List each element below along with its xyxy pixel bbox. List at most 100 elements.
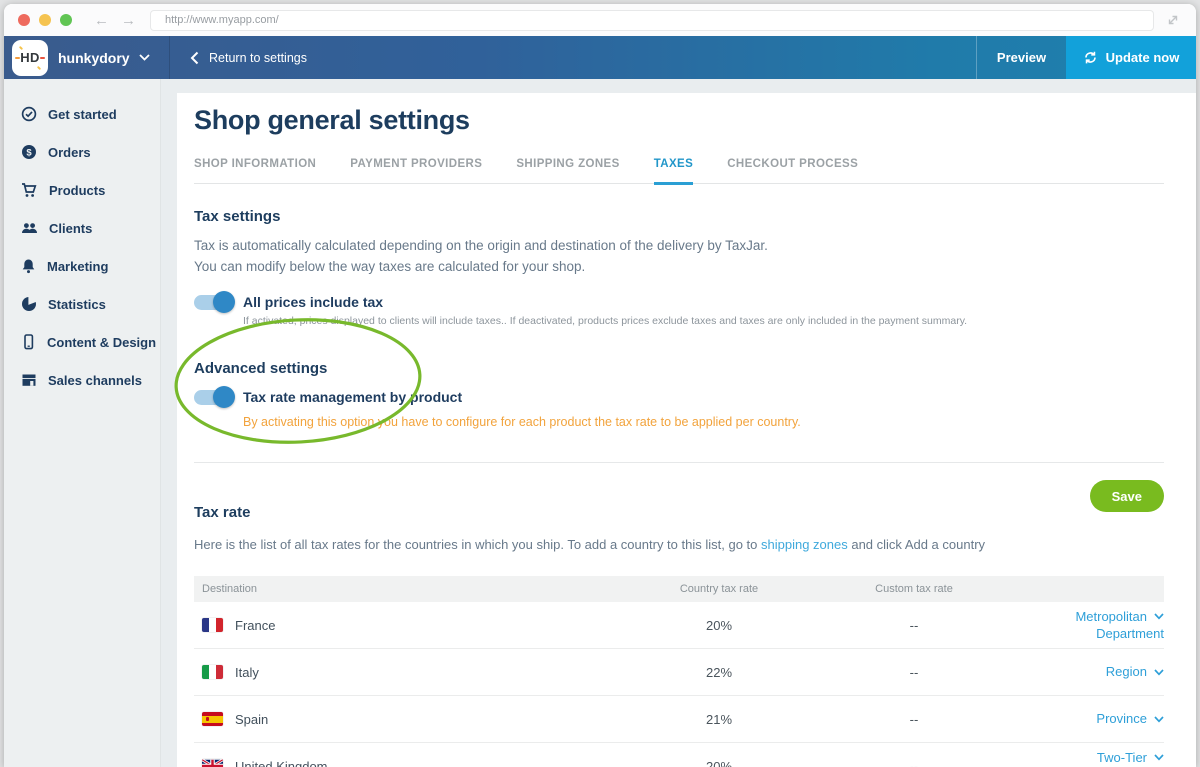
spain-flag <box>202 712 223 726</box>
content-area: Shop general settings SHOP INFORMATION P… <box>161 79 1196 767</box>
tab-shipping-zones[interactable]: SHIPPING ZONES <box>516 158 619 185</box>
region-selector-spain[interactable]: Province <box>1004 710 1164 728</box>
url-text: http://www.myapp.com/ <box>165 14 279 26</box>
sidebar-item-label: Marketing <box>47 259 108 274</box>
tax-rate-description-suffix: and click Add a country <box>848 537 985 552</box>
tax-settings-title: Tax settings <box>194 208 1164 225</box>
dollar-circle-icon: $ <box>21 144 37 160</box>
tab-checkout-process[interactable]: CHECKOUT PROCESS <box>727 158 858 185</box>
custom-tax-rate-value: -- <box>824 712 1004 727</box>
chevron-down-icon <box>1154 754 1164 761</box>
chevron-down-icon <box>1154 669 1164 676</box>
page-title: Shop general settings <box>194 105 1164 136</box>
country-tax-rate-value: 22% <box>614 665 824 680</box>
table-header: Destination Country tax rate Custom tax … <box>194 576 1164 602</box>
minimize-window-button[interactable] <box>39 14 51 26</box>
settings-tabs: SHOP INFORMATION PAYMENT PROVIDERS SHIPP… <box>194 158 1164 184</box>
sidebar-item-statistics[interactable]: Statistics <box>4 285 161 323</box>
sidebar: Get started $ Orders Products Clients Ma… <box>4 79 161 767</box>
people-icon <box>21 220 38 236</box>
sidebar-item-marketing[interactable]: Marketing <box>4 247 161 285</box>
custom-tax-rate-value: -- <box>824 759 1004 767</box>
shop-switcher[interactable]: HD hunkydory <box>4 36 170 79</box>
sidebar-item-orders[interactable]: $ Orders <box>4 133 161 171</box>
toggle-knob <box>213 291 235 313</box>
sidebar-item-content-design[interactable]: Content & Design <box>4 323 161 361</box>
all-prices-include-tax-row: All prices include tax <box>194 294 1164 310</box>
shipping-zones-link[interactable]: shipping zones <box>761 537 848 552</box>
address-bar[interactable]: http://www.myapp.com/ <box>150 10 1154 31</box>
section-divider <box>194 462 1164 463</box>
tax-rate-description-prefix: Here is the list of all tax rates for th… <box>194 537 761 552</box>
country-name: France <box>235 618 275 633</box>
svg-text:$: $ <box>26 147 32 158</box>
region-selector-uk[interactable]: Two-Tier County <box>1004 749 1164 767</box>
country-name: United Kingdom <box>235 759 328 767</box>
save-button[interactable]: Save <box>1090 480 1164 512</box>
destination-cell: France <box>202 618 614 633</box>
browser-back-icon[interactable]: ← <box>94 13 109 28</box>
country-tax-rate-value: 21% <box>614 712 824 727</box>
preview-label: Preview <box>997 50 1046 65</box>
sidebar-item-label: Sales channels <box>48 373 142 388</box>
country-name: Spain <box>235 712 268 727</box>
tax-rate-table: Destination Country tax rate Custom tax … <box>194 576 1164 767</box>
chevron-left-icon <box>190 51 199 65</box>
update-now-label: Update now <box>1106 50 1180 65</box>
update-now-button[interactable]: Update now <box>1066 36 1196 79</box>
region-selector-france[interactable]: Metropolitan Department <box>1004 608 1164 643</box>
browser-nav-arrows: ← → <box>94 13 136 28</box>
region-label-line2: Department <box>1004 625 1164 643</box>
bell-icon <box>21 258 36 274</box>
tab-shop-information[interactable]: SHOP INFORMATION <box>194 158 316 185</box>
navbar-spacer <box>307 36 976 79</box>
tab-payment-providers[interactable]: PAYMENT PROVIDERS <box>350 158 482 185</box>
preview-button[interactable]: Preview <box>976 36 1066 79</box>
browser-chrome: ← → http://www.myapp.com/ <box>4 4 1196 36</box>
country-tax-rate-value: 20% <box>614 759 824 767</box>
refresh-icon <box>1083 50 1098 65</box>
sidebar-item-sales-channels[interactable]: Sales channels <box>4 361 161 399</box>
window-controls <box>18 14 72 26</box>
column-custom-tax-rate: Custom tax rate <box>824 583 1004 595</box>
tab-taxes[interactable]: TAXES <box>654 158 694 185</box>
table-row-spain: Spain 21% -- Province <box>194 696 1164 743</box>
toggle-knob <box>213 386 235 408</box>
table-row-united-kingdom: United Kingdom 20% -- Two-Tier County <box>194 743 1164 767</box>
shop-logo: HD <box>12 40 48 76</box>
region-label: Metropolitan <box>1075 608 1147 626</box>
shop-name: hunkydory <box>58 50 130 66</box>
sidebar-item-label: Clients <box>49 221 92 236</box>
check-circle-icon <box>21 106 37 122</box>
sidebar-item-get-started[interactable]: Get started <box>4 95 161 133</box>
tax-rate-title: Tax rate <box>194 504 1164 521</box>
custom-tax-rate-value: -- <box>824 618 1004 633</box>
top-navbar: HD hunkydory Return to settings Preview … <box>4 36 1196 79</box>
chevron-down-icon <box>139 54 150 61</box>
return-to-settings-link[interactable]: Return to settings <box>190 36 307 79</box>
region-label: Two-Tier <box>1097 749 1147 767</box>
custom-tax-rate-value: -- <box>824 665 1004 680</box>
tax-rate-management-toggle[interactable] <box>194 390 232 405</box>
sidebar-item-clients[interactable]: Clients <box>4 209 161 247</box>
tax-rate-description: Here is the list of all tax rates for th… <box>194 537 1164 552</box>
country-tax-rate-value: 20% <box>614 618 824 633</box>
browser-forward-icon[interactable]: → <box>121 13 136 28</box>
maximize-window-button[interactable] <box>60 14 72 26</box>
settings-card: Shop general settings SHOP INFORMATION P… <box>177 93 1196 767</box>
tax-settings-description-2: You can modify below the way taxes are c… <box>194 258 1164 276</box>
return-to-settings-label: Return to settings <box>209 51 307 65</box>
advanced-settings-title: Advanced settings <box>194 360 1164 377</box>
region-selector-italy[interactable]: Region <box>1004 663 1164 681</box>
close-window-button[interactable] <box>18 14 30 26</box>
cart-icon <box>21 182 38 198</box>
region-label: Province <box>1096 710 1147 728</box>
expand-window-icon[interactable] <box>1166 13 1180 27</box>
destination-cell: Italy <box>202 665 614 680</box>
sidebar-item-label: Orders <box>48 145 91 160</box>
sidebar-item-products[interactable]: Products <box>4 171 161 209</box>
browser-window: ← → http://www.myapp.com/ HD hunkydory R… <box>4 4 1196 767</box>
column-destination: Destination <box>202 583 614 595</box>
sidebar-item-label: Statistics <box>48 297 106 312</box>
all-prices-include-tax-toggle[interactable] <box>194 295 232 310</box>
